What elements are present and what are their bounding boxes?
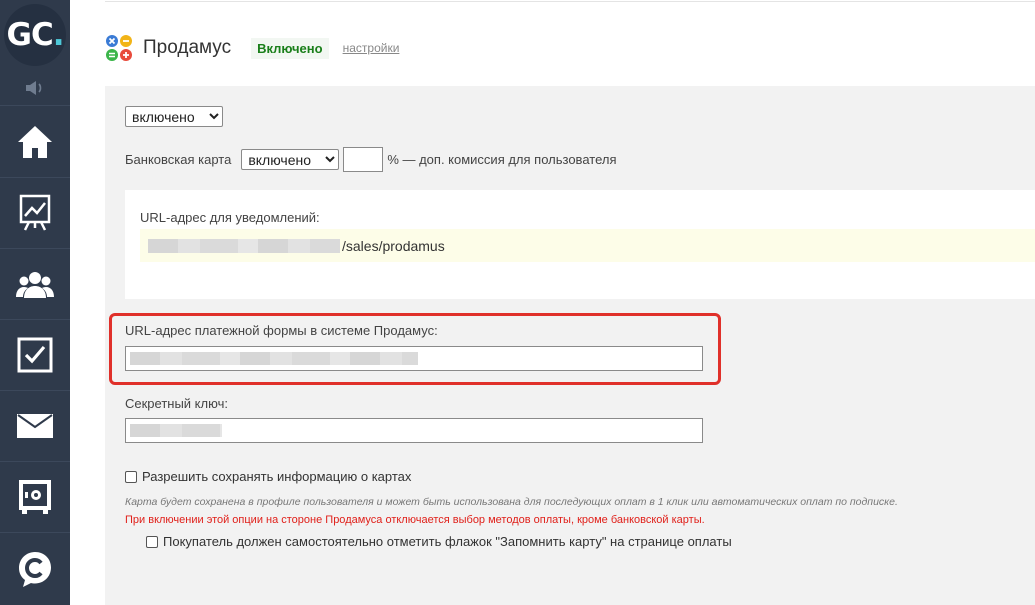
sidebar-item-users[interactable] (0, 249, 70, 320)
notify-url-value[interactable]: /sales/prodamus (140, 229, 1035, 262)
save-cards-note: Карта будет сохранена в профиле пользова… (125, 496, 898, 508)
mail-icon (17, 414, 53, 438)
bank-card-row: Банковская карта включено % — доп. комис… (125, 147, 617, 172)
save-cards-row: Разрешить сохранять информацию о картах (125, 469, 411, 484)
users-icon (16, 272, 54, 298)
tasks-icon (17, 337, 53, 373)
chat-icon (19, 551, 51, 587)
payment-form-url-label: URL-адрес платежной формы в системе Прод… (125, 323, 438, 338)
blurred-url (130, 352, 418, 365)
home-icon (18, 126, 52, 158)
safe-icon (19, 480, 51, 514)
settings-link[interactable]: настройки (343, 41, 400, 55)
sidebar: GC. (0, 0, 70, 605)
sidebar-item-safe[interactable] (0, 462, 70, 533)
sidebar-item-reports[interactable] (0, 178, 70, 249)
save-cards-checkbox[interactable] (125, 470, 137, 483)
sound-icon (26, 80, 42, 95)
logo-dot: . (52, 17, 65, 53)
sidebar-item-home[interactable] (0, 107, 70, 178)
blurred-key (130, 424, 222, 437)
sidebar-item-mail[interactable] (0, 391, 70, 462)
chart-icon (19, 194, 51, 231)
remember-card-row: Покупатель должен самостоятельно отметит… (146, 534, 732, 549)
commission-input[interactable] (343, 147, 384, 172)
payment-system-icon (105, 34, 133, 62)
blurred-domain (148, 238, 340, 253)
page-header: Продамус Включено настройки (105, 33, 399, 63)
sidebar-item-tasks[interactable] (0, 320, 70, 391)
secret-key-label: Секретный ключ: (125, 396, 228, 411)
page-title: Продамус (143, 37, 232, 58)
notify-url-label: URL-адрес для уведомлений: (140, 210, 320, 225)
status-badge: Включено (251, 37, 329, 59)
bank-card-select[interactable]: включено (241, 149, 340, 170)
sidebar-item-chat[interactable] (0, 533, 70, 604)
secret-key-input[interactable] (125, 418, 703, 443)
sound-button[interactable] (0, 70, 70, 106)
payment-form-url-input[interactable] (125, 346, 703, 371)
save-cards-warning: При включении этой опции на стороне Прод… (125, 514, 705, 526)
top-divider (105, 1, 1035, 2)
enabled-select[interactable]: включено (125, 106, 223, 127)
remember-card-label: Покупатель должен самостоятельно отметит… (163, 534, 732, 549)
logo-text: GC (6, 17, 54, 53)
remember-card-checkbox[interactable] (146, 535, 158, 548)
logo[interactable]: GC. (0, 0, 70, 70)
notify-url-box: URL-адрес для уведомлений: /sales/prodam… (125, 190, 1035, 299)
commission-suffix: % — доп. комиссия для пользователя (387, 152, 617, 167)
notify-url-suffix: /sales/prodamus (342, 237, 445, 254)
bank-card-label: Банковская карта (125, 152, 232, 167)
save-cards-label: Разрешить сохранять информацию о картах (142, 469, 412, 484)
